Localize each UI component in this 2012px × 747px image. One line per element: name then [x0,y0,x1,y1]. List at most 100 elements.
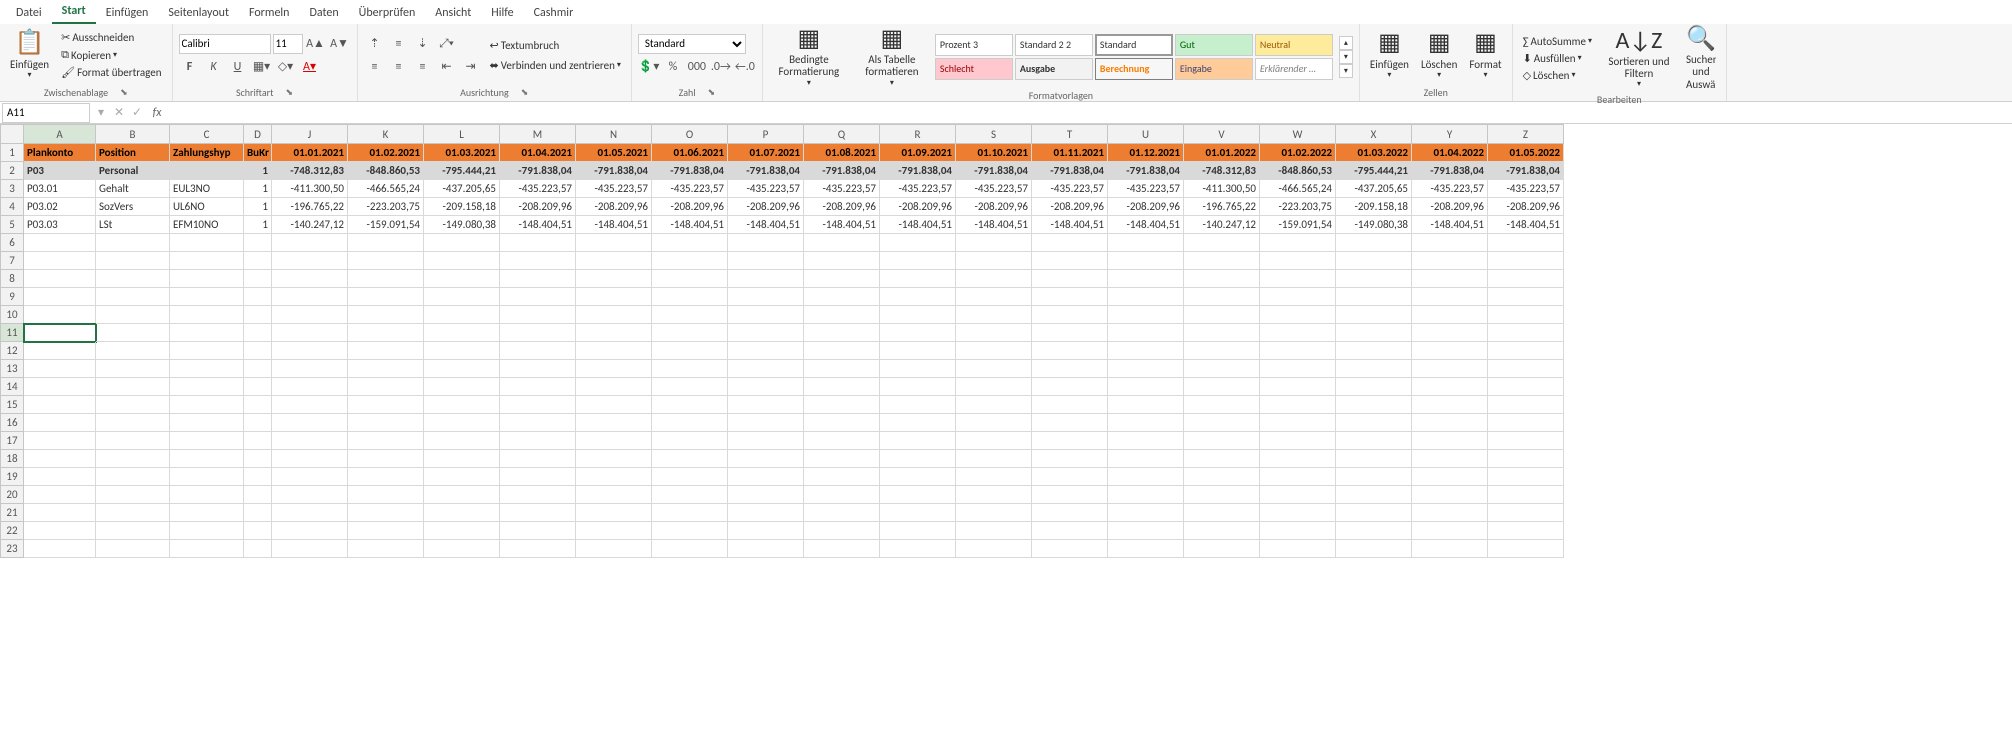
data-cell[interactable]: -795.444,21 [1336,162,1412,180]
header-cell[interactable]: 01.04.2022 [1412,144,1488,162]
empty-cell[interactable] [170,450,244,468]
data-cell[interactable]: -791.838,04 [956,162,1032,180]
empty-cell[interactable] [1108,270,1184,288]
style-gut[interactable]: Gut [1175,34,1253,56]
empty-cell[interactable] [348,540,424,558]
empty-cell[interactable] [1184,288,1260,306]
empty-cell[interactable] [500,450,576,468]
formula-input[interactable] [168,103,2012,123]
empty-cell[interactable] [96,306,170,324]
empty-cell[interactable] [348,306,424,324]
empty-cell[interactable] [1336,324,1412,342]
empty-cell[interactable] [500,306,576,324]
empty-cell[interactable] [576,396,652,414]
data-cell[interactable]: -149.080,38 [424,216,500,234]
accounting-format-icon[interactable]: 💲▾ [638,57,660,77]
empty-cell[interactable] [1184,450,1260,468]
align-middle-icon[interactable]: ≡ [388,34,410,54]
empty-cell[interactable] [24,306,96,324]
empty-cell[interactable] [728,252,804,270]
data-cell[interactable]: -223.203,75 [348,198,424,216]
empty-cell[interactable] [244,252,272,270]
empty-cell[interactable] [1412,540,1488,558]
empty-cell[interactable] [1336,540,1412,558]
empty-cell[interactable] [652,450,728,468]
gallery-more-icon[interactable]: ▾ [1339,64,1353,78]
empty-cell[interactable] [804,342,880,360]
empty-cell[interactable] [272,504,348,522]
empty-cell[interactable] [576,522,652,540]
empty-cell[interactable] [1488,522,1564,540]
empty-cell[interactable] [728,306,804,324]
empty-cell[interactable] [576,432,652,450]
data-cell[interactable]: -208.209,96 [500,198,576,216]
empty-cell[interactable] [956,306,1032,324]
empty-cell[interactable] [1184,414,1260,432]
data-cell[interactable]: -791.838,04 [728,162,804,180]
data-cell[interactable]: -209.158,18 [424,198,500,216]
merge-center-button[interactable]: ⬌Verbinden und zentrieren▾ [486,57,625,74]
data-cell[interactable]: P03.01 [24,180,96,198]
empty-cell[interactable] [652,522,728,540]
empty-cell[interactable] [1260,324,1336,342]
data-cell[interactable]: -208.209,96 [1032,198,1108,216]
empty-cell[interactable] [728,360,804,378]
empty-cell[interactable] [576,450,652,468]
data-cell[interactable]: -148.404,51 [1108,216,1184,234]
format-cells-button[interactable]: ▦Format▾ [1465,30,1505,79]
empty-cell[interactable] [1032,270,1108,288]
orientation-icon[interactable]: ⤢▾ [436,34,458,54]
empty-cell[interactable] [1108,414,1184,432]
row-header[interactable]: 14 [0,378,24,396]
empty-cell[interactable] [272,486,348,504]
data-cell[interactable]: -140.247,12 [272,216,348,234]
comma-format-icon[interactable]: 000 [686,57,708,77]
increase-indent-icon[interactable]: ⇥ [460,57,482,77]
empty-cell[interactable] [170,432,244,450]
row-header[interactable]: 7 [0,252,24,270]
empty-cell[interactable] [1108,450,1184,468]
data-cell[interactable]: -148.404,51 [1488,216,1564,234]
empty-cell[interactable] [424,252,500,270]
empty-cell[interactable] [1336,360,1412,378]
data-cell[interactable]: -208.209,96 [728,198,804,216]
percent-format-icon[interactable]: % [662,57,684,77]
empty-cell[interactable] [880,414,956,432]
empty-cell[interactable] [576,234,652,252]
empty-cell[interactable] [1184,252,1260,270]
fx-icon[interactable]: fx [146,106,168,120]
italic-button[interactable]: K [203,57,225,77]
decrease-decimal-icon[interactable]: ←.0 [734,57,756,77]
increase-decimal-icon[interactable]: .0→ [710,57,732,77]
empty-cell[interactable] [244,414,272,432]
empty-cell[interactable] [1108,468,1184,486]
insert-cells-button[interactable]: ▦Einfügen▾ [1366,30,1413,79]
header-cell[interactable]: 01.02.2022 [1260,144,1336,162]
row-header[interactable]: 8 [0,270,24,288]
empty-cell[interactable] [1184,396,1260,414]
empty-cell[interactable] [728,540,804,558]
empty-cell[interactable] [1336,234,1412,252]
data-cell[interactable]: -848.860,53 [1260,162,1336,180]
empty-cell[interactable] [1032,342,1108,360]
data-cell[interactable]: -435.223,57 [500,180,576,198]
empty-cell[interactable] [576,378,652,396]
empty-cell[interactable] [24,522,96,540]
empty-cell[interactable] [576,486,652,504]
empty-cell[interactable] [1260,486,1336,504]
empty-cell[interactable] [24,288,96,306]
empty-cell[interactable] [500,396,576,414]
dialog-launcher-icon[interactable]: ⬊ [285,87,293,98]
empty-cell[interactable] [804,252,880,270]
empty-cell[interactable] [728,342,804,360]
empty-cell[interactable] [1260,432,1336,450]
empty-cell[interactable] [1032,504,1108,522]
empty-cell[interactable] [24,432,96,450]
data-cell[interactable]: -208.209,96 [1488,198,1564,216]
empty-cell[interactable] [956,234,1032,252]
empty-cell[interactable] [96,396,170,414]
empty-cell[interactable] [652,360,728,378]
empty-cell[interactable] [1032,360,1108,378]
row-header[interactable]: 11 [0,324,24,342]
empty-cell[interactable] [424,504,500,522]
